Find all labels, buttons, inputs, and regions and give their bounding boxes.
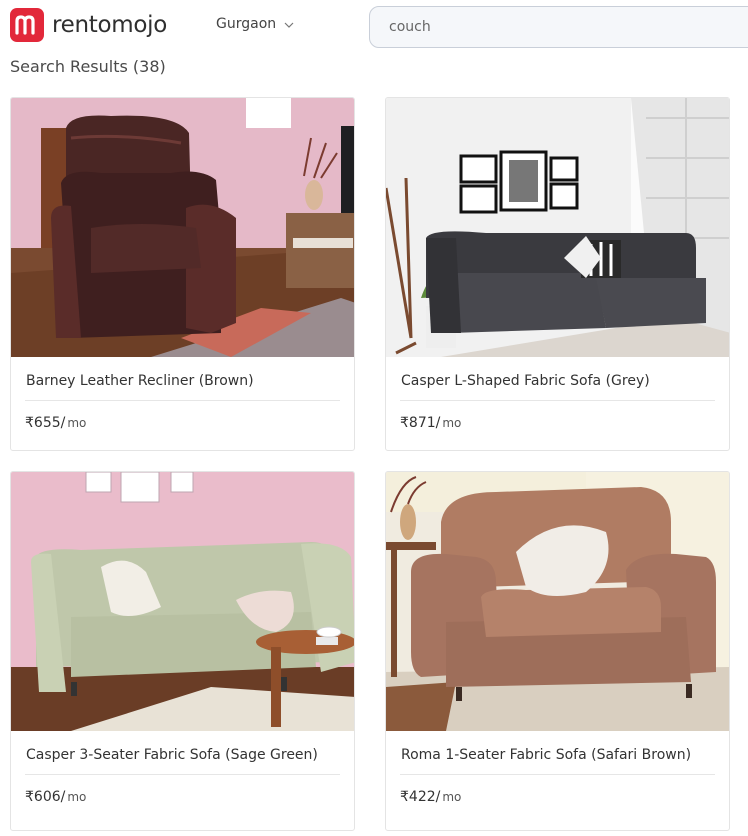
logo-mark-icon [10,8,44,42]
product-price: ₹422/mo [400,789,461,805]
card-divider [400,400,715,401]
product-name: Casper 3-Seater Fabric Sofa (Sage Green) [26,747,318,763]
card-divider [25,400,340,401]
product-card[interactable]: Casper L-Shaped Fabric Sofa (Grey) ₹871/… [385,97,730,451]
card-divider [400,774,715,775]
top-header: rentomojo Gurgaon [0,0,748,54]
product-price: ₹871/mo [400,415,461,431]
city-label: Gurgaon [216,16,277,32]
price-unit: mo [67,416,87,430]
product-image[interactable] [386,98,729,357]
product-name: Barney Leather Recliner (Brown) [26,373,254,389]
rentomojo-logo[interactable]: rentomojo [10,8,167,42]
price-amount: ₹871/ [400,415,441,431]
product-name: Roma 1-Seater Fabric Sofa (Safari Brown) [401,747,692,763]
product-card[interactable]: Barney Leather Recliner (Brown) ₹655/mo [10,97,355,451]
price-unit: mo [442,790,462,804]
price-amount: ₹655/ [25,415,66,431]
price-amount: ₹422/ [400,789,441,805]
product-price: ₹606/mo [25,789,86,805]
product-price: ₹655/mo [25,415,86,431]
price-unit: mo [442,416,462,430]
city-selector[interactable]: Gurgaon [216,16,294,32]
card-divider [25,774,340,775]
chevron-down-icon [284,16,294,32]
product-image[interactable] [11,472,354,731]
price-unit: mo [67,790,87,804]
product-name: Casper L-Shaped Fabric Sofa (Grey) [401,373,650,389]
logo-text: rentomojo [52,12,168,38]
search-results-title: Search Results (38) [10,57,166,76]
price-amount: ₹606/ [25,789,66,805]
search-input[interactable] [370,7,748,47]
product-image[interactable] [11,98,354,357]
product-card[interactable]: Casper 3-Seater Fabric Sofa (Sage Green)… [10,471,355,831]
search-box[interactable] [369,6,748,48]
product-card[interactable]: Roma 1-Seater Fabric Sofa (Safari Brown)… [385,471,730,831]
product-image[interactable] [386,472,729,731]
